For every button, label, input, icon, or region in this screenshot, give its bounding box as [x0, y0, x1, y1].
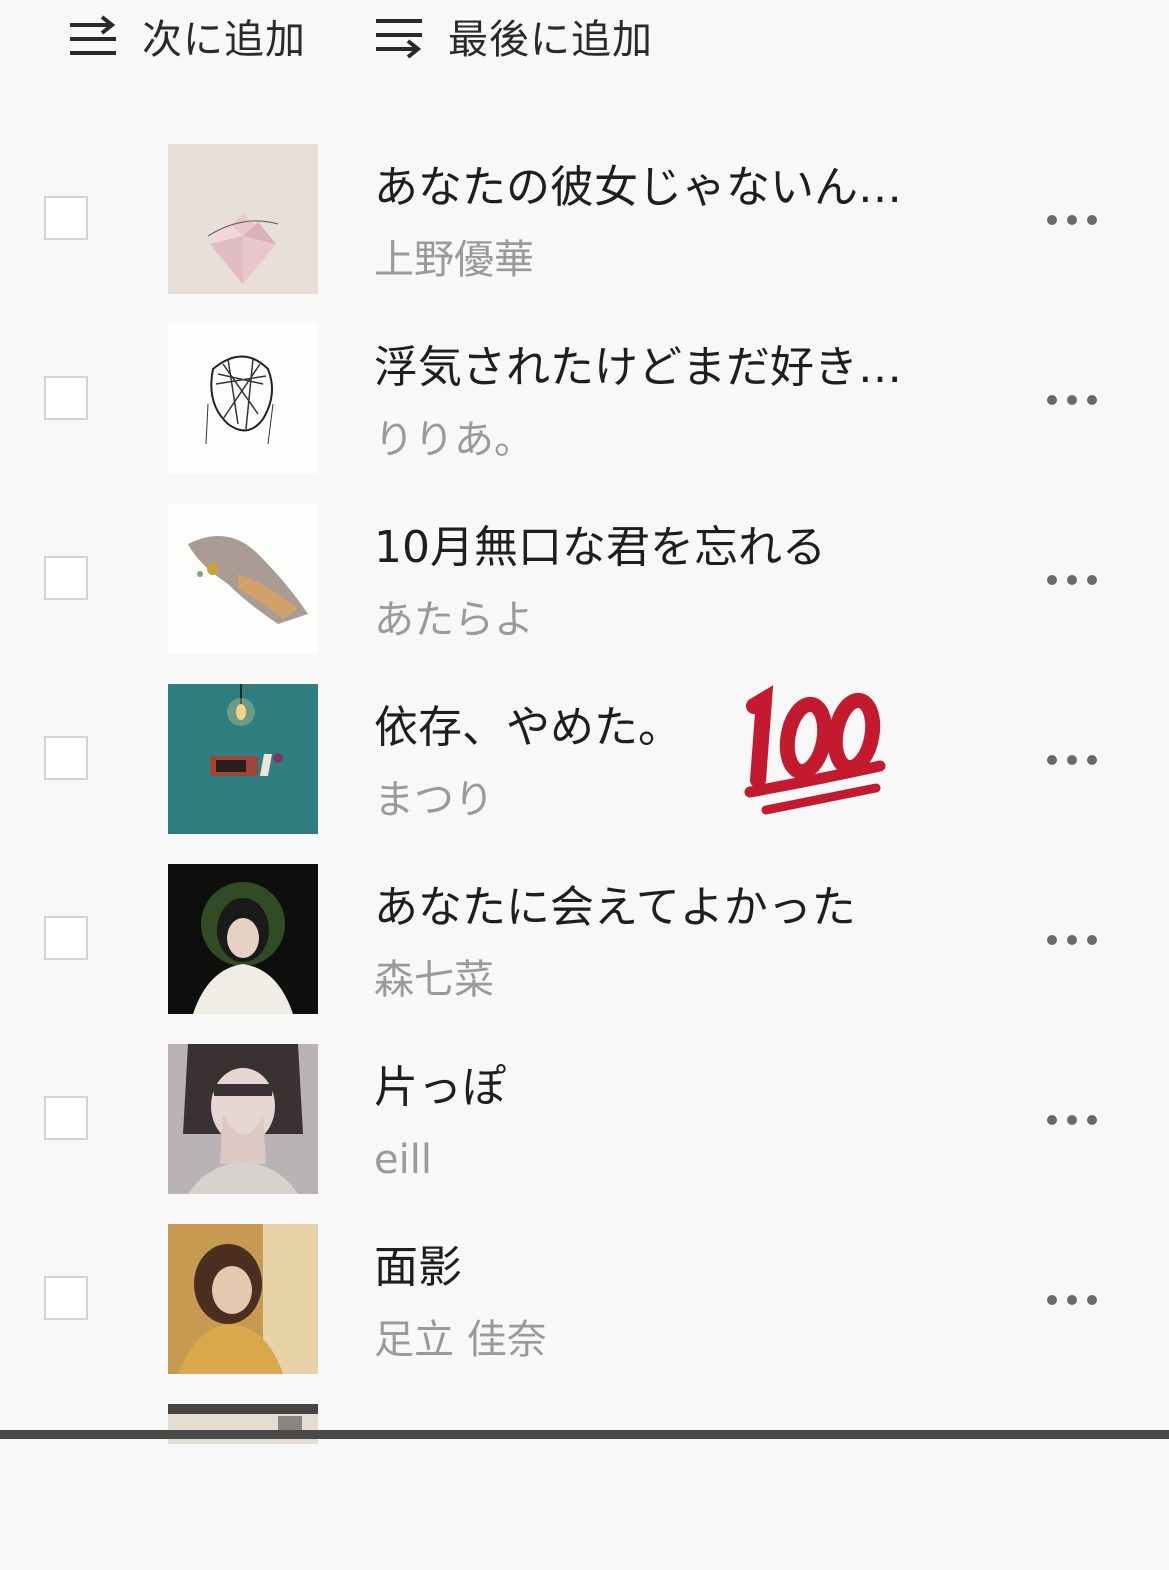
play-last-icon: [372, 11, 426, 61]
track-row[interactable]: 片っぽ eill: [0, 1030, 1169, 1210]
queue-toolbar: 次に追加 最後に追加: [0, 0, 1169, 90]
track-row[interactable]: あなたに会えてよかった 森七菜: [0, 850, 1169, 1030]
track-checkbox[interactable]: [44, 196, 88, 240]
play-next-button[interactable]: 次に追加: [66, 8, 306, 64]
track-row[interactable]: 浮気されたけどまだ好き… りりあ。: [0, 310, 1169, 490]
track-artist: りりあ。: [374, 417, 534, 463]
track-artist: 森七菜: [374, 957, 494, 1003]
more-options-button[interactable]: [1030, 920, 1114, 960]
track-row[interactable]: [0, 1390, 1169, 1570]
portrait-artwork[interactable]: [168, 864, 318, 1014]
more-options-button[interactable]: [1030, 1100, 1114, 1140]
track-title: 片っぽ: [374, 1062, 506, 1113]
track-checkbox[interactable]: [44, 376, 88, 420]
track-row[interactable]: 依存、やめた。 まつり: [0, 670, 1169, 850]
track-checkbox[interactable]: [44, 1096, 88, 1140]
track-row[interactable]: あなたの彼女じゃないん… 上野優華: [0, 130, 1169, 310]
more-options-button[interactable]: [1030, 560, 1114, 600]
portrait-artwork[interactable]: [168, 1224, 318, 1374]
portrait-artwork[interactable]: [168, 1044, 318, 1194]
track-checkbox[interactable]: [44, 1276, 88, 1320]
hundred-points-emoji: [736, 680, 888, 820]
more-options-button[interactable]: [1030, 740, 1114, 780]
play-next-label: 次に追加: [142, 17, 306, 63]
track-artist: あたらよ: [374, 597, 534, 643]
track-row[interactable]: 10月無口な君を忘れる あたらよ: [0, 490, 1169, 670]
track-checkbox[interactable]: [44, 736, 88, 780]
origami-heart-artwork[interactable]: [168, 144, 318, 294]
bottom-edge-bar: [0, 1430, 1169, 1439]
track-checkbox[interactable]: [44, 916, 88, 960]
track-artist: 足立 佳奈: [374, 1317, 547, 1363]
play-last-label: 最後に追加: [448, 17, 653, 63]
track-title: 10月無口な君を忘れる: [374, 522, 826, 573]
track-title: あなたの彼女じゃないん…: [374, 162, 902, 213]
track-title: あなたに会えてよかった: [374, 882, 856, 933]
more-options-button[interactable]: [1030, 380, 1114, 420]
lamp-clock-artwork[interactable]: [168, 684, 318, 834]
play-last-button[interactable]: 最後に追加: [372, 8, 653, 64]
watercolor-figure-artwork[interactable]: [168, 504, 318, 654]
track-artist: eill: [374, 1137, 432, 1183]
more-options-button[interactable]: [1030, 1280, 1114, 1320]
scribble-sketch-artwork[interactable]: [168, 324, 318, 474]
track-title: 浮気されたけどまだ好き…: [374, 342, 902, 393]
more-options-button[interactable]: [1030, 200, 1114, 240]
track-artist: 上野優華: [374, 237, 534, 283]
track-row[interactable]: 面影 足立 佳奈: [0, 1210, 1169, 1390]
track-title: 面影: [374, 1242, 462, 1293]
play-next-icon: [66, 13, 120, 59]
track-checkbox[interactable]: [44, 556, 88, 600]
